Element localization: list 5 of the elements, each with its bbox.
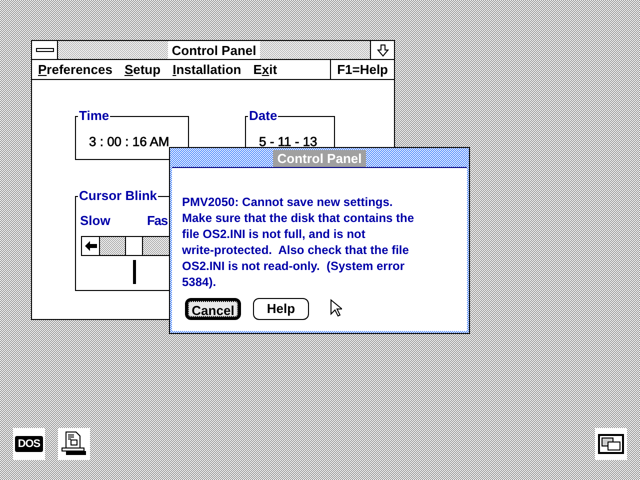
window-title: Control Panel (168, 41, 260, 59)
dialog-title: Control Panel (273, 150, 366, 167)
slow-label: Slow (80, 212, 110, 230)
fast-label: Fas (147, 212, 168, 230)
error-message: PMV2050: Cannot save new settings. Make sure that the disk that contains the file OS2.INI is not full, and is not write-protected. Also check that the file OS2.INI is not read-only. (System error 5384). (182, 194, 414, 290)
